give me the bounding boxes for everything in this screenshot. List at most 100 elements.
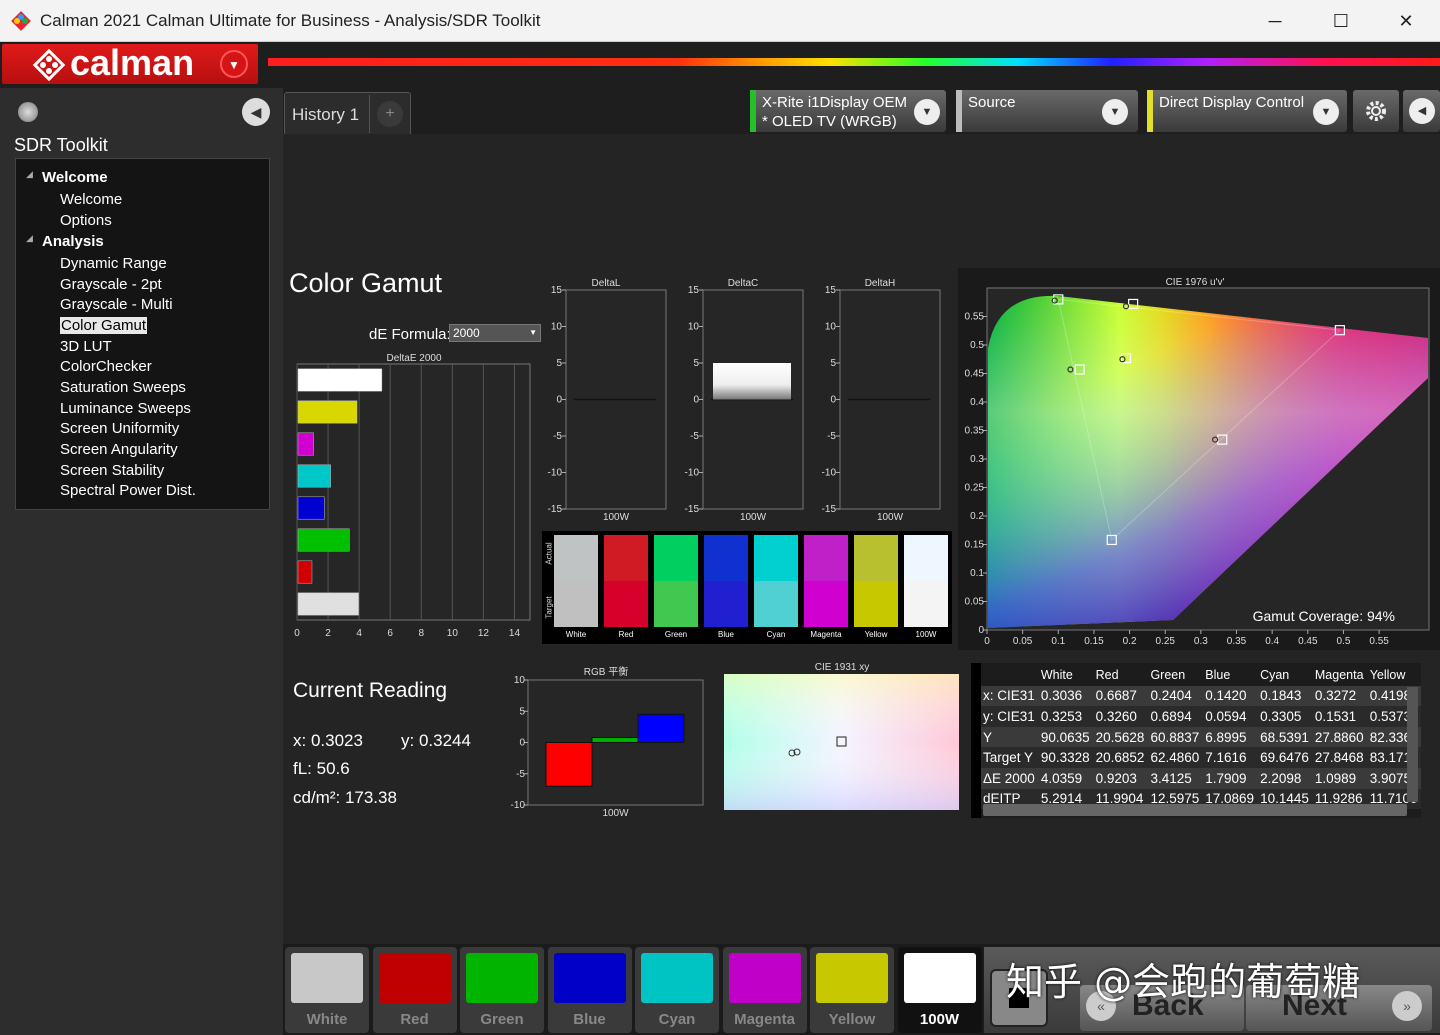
patch-button-100w[interactable]: 100W — [897, 947, 982, 1033]
tree-item-saturation-sweeps[interactable]: Saturation Sweeps — [60, 379, 186, 396]
tick-label: 5 — [519, 706, 525, 717]
table-row[interactable]: x: CIE31 0.3036 0.6687 0.2404 0.1420 0.1843 0.… — [981, 685, 1421, 707]
patch-button-green[interactable]: Green — [460, 947, 544, 1033]
swatch-label: Red — [618, 630, 634, 639]
column-header: White — [1040, 668, 1073, 683]
column-header — [981, 665, 1038, 686]
source-selector[interactable]: Source ▼ — [956, 90, 1138, 132]
tab-label: History 1 — [292, 105, 360, 124]
tab-history-1[interactable]: History 1 + — [284, 92, 411, 134]
swatch-target-yellow — [854, 581, 898, 627]
table-cell: 3.4125 — [1150, 770, 1192, 786]
tree-item-colorchecker[interactable]: ColorChecker — [60, 358, 152, 375]
tree-group-analysis[interactable]: Analysis — [42, 233, 104, 250]
tree-item-color-gamut[interactable]: Color Gamut — [60, 317, 148, 334]
table-cell: 1.0989 — [1314, 770, 1357, 786]
add-tab-button[interactable]: + — [377, 101, 403, 127]
tick-label: 10 — [825, 322, 837, 333]
bar-b — [637, 713, 685, 743]
patch-button-blue[interactable]: Blue — [547, 947, 632, 1033]
tree-item-screen-angularity[interactable]: Screen Angularity — [60, 441, 178, 458]
tick-label: 0 — [984, 636, 990, 647]
bar-100w — [297, 592, 359, 616]
patch-label: Red — [400, 1011, 429, 1028]
chevron-left-icon[interactable]: ◀ — [242, 98, 270, 126]
brand-menu[interactable]: calman ▼ — [2, 42, 258, 84]
swatch-target-100w — [904, 581, 948, 627]
patch-label: 100W — [919, 1011, 960, 1028]
tree-group-welcome[interactable]: Welcome — [42, 169, 108, 186]
display-selector[interactable]: Direct Display Control ▼ — [1147, 90, 1347, 132]
vertical-scrollbar[interactable] — [1407, 687, 1418, 802]
table-row[interactable]: Target Y 90.3328 20.6852 62.4860 7.1616 69.64… — [981, 747, 1421, 768]
x-axis-label: 100W — [603, 512, 630, 523]
patch-button-yellow[interactable]: Yellow — [810, 947, 894, 1033]
tree-item-screen-uniformity[interactable]: Screen Uniformity — [60, 420, 179, 437]
swatch-label: White — [565, 630, 587, 639]
table-cell: 69.6476 — [1260, 750, 1309, 766]
collapse-icon[interactable]: ◢ — [26, 233, 33, 244]
chevron-left-icon[interactable]: ◀ — [1409, 98, 1435, 124]
chevron-down-icon[interactable]: ▼ — [914, 99, 940, 125]
patch-button-magenta[interactable]: Magenta — [722, 947, 807, 1033]
table-cell: 0.2404 — [1150, 688, 1192, 704]
patch-color — [466, 953, 538, 1003]
meter-selector[interactable]: X-Rite i1Display OEM * OLED TV (WRGB) ▼ — [750, 90, 946, 132]
chevron-down-icon[interactable]: ▼ — [1313, 99, 1339, 125]
tick-label: 0.2 — [1123, 636, 1137, 647]
tree-item-spectral-power[interactable]: Spectral Power Dist. — [60, 482, 196, 499]
table-cell: 60.8837 — [1150, 729, 1200, 745]
tick-label: -5 — [690, 431, 699, 442]
chart-title: RGB 平衡 — [584, 666, 628, 678]
tick-label: 10 — [447, 628, 459, 639]
workflow-tree: ◢ Welcome Welcome Options ◢ Analysis Dyn… — [15, 158, 270, 510]
tree-item-dynamic-range[interactable]: Dynamic Range — [60, 255, 167, 272]
horizontal-scrollbar[interactable] — [983, 804, 1407, 816]
tree-item-options[interactable]: Options — [60, 212, 112, 229]
tick-label: 0.3 — [1194, 636, 1208, 647]
tree-item-grayscale-multi[interactable]: Grayscale - Multi — [60, 296, 173, 313]
chevron-down-icon[interactable]: ▼ — [220, 50, 248, 78]
table-cell: Target Y — [983, 750, 1034, 766]
swatch-actual-white — [554, 535, 598, 581]
close-button[interactable]: ✕ — [1383, 6, 1429, 36]
chart-title: DeltaH — [865, 278, 896, 289]
display-label: Direct Display Control — [1159, 94, 1305, 111]
de-formula-select[interactable]: 2000 ▼ — [449, 324, 541, 342]
tick-label: 0 — [294, 628, 300, 639]
chart-title: DeltaL — [592, 278, 621, 289]
settings-button[interactable] — [1353, 90, 1399, 132]
collapse-icon[interactable]: ◢ — [26, 169, 33, 180]
patch-button-cyan[interactable]: Cyan — [635, 947, 719, 1033]
swatch-actual-red — [604, 535, 648, 581]
bar-g — [591, 737, 639, 743]
tree-item-grayscale-2pt[interactable]: Grayscale - 2pt — [60, 276, 162, 293]
tree-item-screen-stability[interactable]: Screen Stability — [60, 462, 164, 479]
tick-label: 0 — [978, 625, 984, 636]
tree-item-luminance-sweeps[interactable]: Luminance Sweeps — [60, 400, 191, 417]
tree-item-welcome[interactable]: Welcome — [60, 191, 122, 208]
chart-title: CIE 1931 xy — [815, 662, 869, 673]
source-label: Source — [968, 94, 1016, 111]
table-row[interactable]: ΔE 2000 4.0359 0.9203 3.4125 1.7909 2.2098 1.0… — [981, 767, 1421, 789]
target-label: Target — [544, 596, 554, 619]
table-row[interactable]: Y 90.0635 20.5628 60.8837 6.8995 68.5391 27.88… — [981, 726, 1421, 748]
tree-item-3d-lut[interactable]: 3D LUT — [60, 338, 112, 355]
tick-label: 0.4 — [970, 397, 984, 408]
table-row[interactable]: y: CIE31 0.3253 0.3260 0.6894 0.0594 0.3305 0.… — [981, 706, 1421, 727]
patch-color — [553, 953, 626, 1003]
chevron-down-icon[interactable]: ▼ — [1102, 99, 1128, 125]
tick-label: 0.5 — [1336, 636, 1350, 647]
collapse-right-button[interactable]: ◀ — [1403, 90, 1440, 132]
brand-name: calman — [70, 42, 195, 83]
tick-label: 14 — [509, 628, 521, 639]
cie1931-chart: CIE 1931 xy — [724, 662, 959, 810]
patch-button-white[interactable]: White — [285, 947, 369, 1033]
patch-button-red[interactable]: Red — [372, 947, 457, 1033]
tick-label: 0 — [556, 395, 562, 406]
tick-label: 0.05 — [1013, 636, 1033, 647]
maximize-button[interactable]: ☐ — [1318, 6, 1364, 36]
minimize-button[interactable]: ─ — [1252, 6, 1298, 36]
gamut-coverage: Gamut Coverage: 94% — [1253, 608, 1395, 624]
measurement-table[interactable]: WhiteRedGreenBlueCyanMagentaYellow1x: CI… — [971, 663, 1421, 818]
